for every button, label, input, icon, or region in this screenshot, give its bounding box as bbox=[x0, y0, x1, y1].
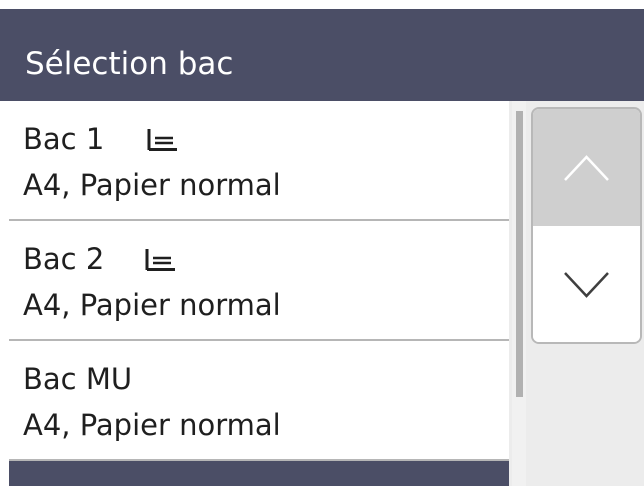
chevron-up-icon bbox=[564, 155, 609, 181]
list-item-bac-1[interactable]: Bac 1 A4, Papier normal bbox=[9, 101, 509, 219]
scroll-down-button[interactable] bbox=[533, 226, 640, 342]
item-description: A4, Papier normal bbox=[23, 168, 281, 202]
list-item-partial[interactable] bbox=[9, 461, 509, 486]
item-name: Bac 1 bbox=[23, 122, 105, 156]
top-strip bbox=[0, 0, 644, 9]
tray-icon bbox=[147, 129, 177, 151]
list-item-bac-2[interactable]: Bac 2 A4, Papier normal bbox=[9, 221, 509, 339]
page-title: Sélection bac bbox=[25, 46, 234, 82]
list-item-bac-mu[interactable]: Bac MU A4, Papier normal bbox=[9, 341, 509, 459]
item-description: A4, Papier normal bbox=[23, 408, 281, 442]
item-name: Bac MU bbox=[23, 362, 133, 396]
item-description: A4, Papier normal bbox=[23, 288, 281, 322]
scrollbar-thumb[interactable] bbox=[516, 111, 523, 397]
item-name: Bac 2 bbox=[23, 242, 105, 276]
tray-selection-screen: Sélection bac Bac 1 A4, Papier normal Ba… bbox=[0, 0, 644, 486]
title-bar: Sélection bac bbox=[0, 9, 644, 101]
tray-list: Bac 1 A4, Papier normal Bac 2 A4, Papier… bbox=[9, 101, 509, 486]
scroll-up-button[interactable] bbox=[533, 109, 640, 226]
tray-icon bbox=[145, 249, 175, 271]
scroll-buttons bbox=[531, 107, 642, 344]
chevron-down-icon bbox=[564, 272, 609, 298]
